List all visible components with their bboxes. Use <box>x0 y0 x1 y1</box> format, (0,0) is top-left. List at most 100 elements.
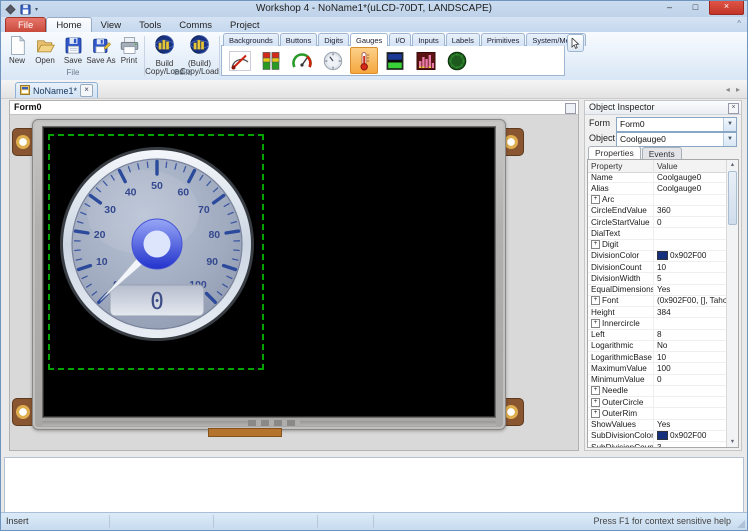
property-value[interactable]: Yes <box>653 285 727 295</box>
angular-meter-tool-icon[interactable] <box>226 47 254 74</box>
form-combo[interactable]: Form0 ▼ <box>616 117 737 132</box>
property-row-minimumvalue[interactable]: MinimumValue0 <box>588 375 727 386</box>
quick-access-dropdown-icon[interactable]: ▾ <box>35 6 38 13</box>
chevron-down-icon[interactable]: ▼ <box>723 133 736 146</box>
widget-selection-outline[interactable] <box>48 134 264 370</box>
property-value[interactable]: 8 <box>653 330 727 340</box>
widget-tab-digits[interactable]: Digits <box>318 33 349 46</box>
property-row-showvalues[interactable]: ShowValuesYes <box>588 420 727 431</box>
thermometer-tool-icon[interactable] <box>350 47 378 74</box>
property-row-logarithmic[interactable]: LogarithmicNo <box>588 341 727 352</box>
led-bar-gauge-tool-icon[interactable] <box>257 47 285 74</box>
expand-plus-icon[interactable]: + <box>591 386 600 395</box>
form-pane-options-icon[interactable] <box>565 103 576 114</box>
resize-grip-icon[interactable] <box>737 520 745 528</box>
property-row-height[interactable]: Height384 <box>588 307 727 318</box>
print-button[interactable]: Print <box>115 33 143 66</box>
property-row-logarithmicbase[interactable]: LogarithmicBase10 <box>588 352 727 363</box>
expand-plus-icon[interactable]: + <box>591 240 600 249</box>
property-row-left[interactable]: Left8 <box>588 330 727 341</box>
object-combo[interactable]: Coolgauge0 ▼ <box>616 132 737 147</box>
property-row-circlestartvalue[interactable]: CircleStartValue0 <box>588 217 727 228</box>
maximize-button[interactable]: □ <box>683 1 708 14</box>
property-value[interactable] <box>653 408 727 418</box>
property-value[interactable] <box>653 195 727 205</box>
property-row-innercircle[interactable]: +Innercircle <box>588 318 727 329</box>
property-row-circleendvalue[interactable]: CircleEndValue360 <box>588 206 727 217</box>
inspector-tab-properties[interactable]: Properties <box>588 146 641 160</box>
cool-gauge-tool-icon[interactable] <box>319 47 347 74</box>
scroll-up-icon[interactable]: ▲ <box>727 160 738 170</box>
save-button[interactable]: Save <box>59 33 87 66</box>
property-row-divisioncount[interactable]: DivisionCount10 <box>588 262 727 273</box>
property-row-needle[interactable]: +Needle <box>588 386 727 397</box>
property-value[interactable]: 0x902F00 <box>653 251 727 261</box>
tank-level-tool-icon[interactable] <box>381 47 409 74</box>
property-row-dialtext[interactable]: DialText <box>588 228 727 239</box>
property-value[interactable]: No <box>653 341 727 351</box>
scroll-down-icon[interactable]: ▼ <box>727 437 738 447</box>
widget-tab-labels[interactable]: Labels <box>446 33 480 46</box>
property-row-outercircle[interactable]: +OuterCircle <box>588 397 727 408</box>
property-value[interactable]: 10 <box>653 262 727 272</box>
property-row-name[interactable]: NameCoolgauge0 <box>588 172 727 183</box>
expand-plus-icon[interactable]: + <box>591 296 600 305</box>
save-as-button[interactable]: Save As <box>87 33 115 66</box>
property-value[interactable]: 0 <box>653 217 727 227</box>
inspector-close-icon[interactable]: × <box>728 103 739 114</box>
property-row-divisionwidth[interactable]: DivisionWidth5 <box>588 273 727 284</box>
property-row-font[interactable]: +Font(0x902F00, [], Tahoma, 14, []) <box>588 296 727 307</box>
property-value[interactable] <box>653 240 727 250</box>
property-row-digit[interactable]: +Digit <box>588 240 727 251</box>
close-button[interactable]: × <box>709 1 744 15</box>
property-row-arc[interactable]: +Arc <box>588 195 727 206</box>
property-value[interactable]: Coolgauge0 <box>653 183 727 193</box>
ribbon-collapse-icon[interactable]: ^ <box>737 19 741 28</box>
widget-tab-inputs[interactable]: Inputs <box>412 33 444 46</box>
scrollbar-thumb[interactable] <box>728 171 737 225</box>
widget-tab-gauges[interactable]: Gauges <box>350 33 388 46</box>
property-row-maximumvalue[interactable]: MaximumValue100 <box>588 363 727 374</box>
menu-tab-view[interactable]: View <box>92 18 130 32</box>
property-value[interactable]: 0x902F00 <box>653 431 727 441</box>
menu-tab-tools[interactable]: Tools <box>130 18 170 32</box>
new-button[interactable]: New <box>3 33 31 66</box>
design-canvas[interactable]: 01020304050607080901000 <box>10 115 578 450</box>
property-value[interactable]: (0x902F00, [], Tahoma, 14, []) <box>653 296 727 306</box>
knob-tool-icon[interactable] <box>443 47 471 74</box>
property-value[interactable]: Coolgauge0 <box>653 172 727 182</box>
property-row-divisioncolor[interactable]: DivisionColor0x902F00 <box>588 251 727 262</box>
property-value[interactable]: 384 <box>653 307 727 317</box>
property-value[interactable]: 0 <box>653 375 727 385</box>
quick-save-icon[interactable] <box>20 4 31 15</box>
widget-tab-backgrounds[interactable]: Backgrounds <box>223 33 279 46</box>
property-value[interactable]: 10 <box>653 352 727 362</box>
property-row-outerrim[interactable]: +OuterRim <box>588 408 727 419</box>
menu-tab-file[interactable]: File <box>5 17 46 32</box>
minimize-button[interactable]: – <box>657 1 682 14</box>
property-value[interactable] <box>653 386 727 396</box>
property-value[interactable] <box>653 318 727 328</box>
property-grid-scrollbar[interactable]: ▲ ▼ <box>726 160 738 447</box>
meter-tool-icon[interactable] <box>288 47 316 74</box>
property-row-subdivisioncolor[interactable]: SubDivisionColor0x902F00 <box>588 431 727 442</box>
expand-plus-icon[interactable]: + <box>591 195 600 204</box>
open-button[interactable]: Open <box>31 33 59 66</box>
property-value[interactable]: 3 <box>653 442 727 447</box>
menu-tab-home[interactable]: Home <box>46 17 91 32</box>
property-row-subdivisioncount[interactable]: SubDivisionCount3 <box>588 442 727 447</box>
spectrum-tool-icon[interactable] <box>412 47 440 74</box>
property-value[interactable]: 5 <box>653 273 727 283</box>
widget-tab-i-o[interactable]: I/O <box>389 33 411 46</box>
expand-plus-icon[interactable]: + <box>591 409 600 418</box>
menu-tab-comms[interactable]: Comms <box>170 18 221 32</box>
property-row-alias[interactable]: AliasCoolgauge0 <box>588 183 727 194</box>
tab-close-icon[interactable]: × <box>80 84 93 97</box>
document-tab-noname1[interactable]: NoName1*× <box>15 82 98 98</box>
expand-plus-icon[interactable]: + <box>591 398 600 407</box>
menu-tab-project[interactable]: Project <box>221 18 269 32</box>
tab-nav-arrows-icon[interactable]: ◂ ▸ <box>726 85 742 94</box>
property-value[interactable] <box>653 397 727 407</box>
property-value[interactable]: Yes <box>653 420 727 430</box>
expand-plus-icon[interactable]: + <box>591 319 600 328</box>
